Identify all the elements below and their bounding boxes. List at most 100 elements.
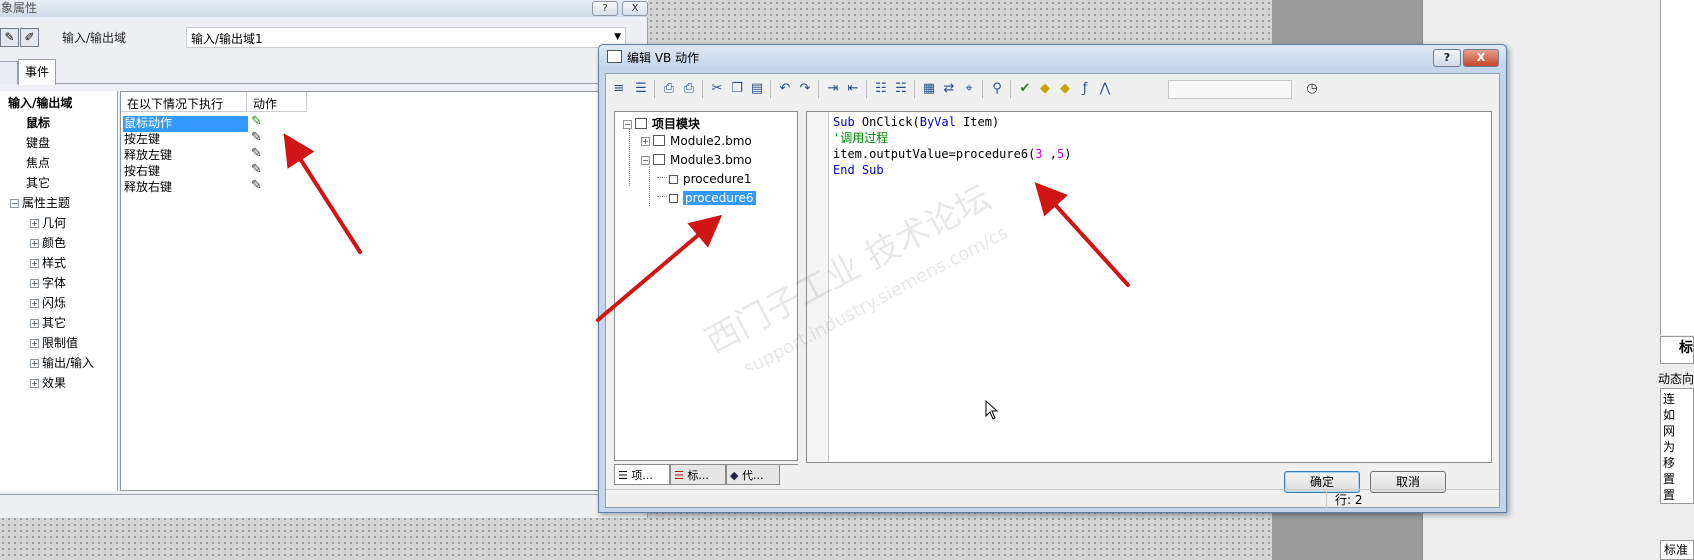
list-item[interactable]: 连 <box>1663 390 1675 407</box>
tree-item-color[interactable]: + 颜色 <box>30 234 66 251</box>
cut-icon[interactable]: ✂ <box>708 80 726 98</box>
copy-icon[interactable]: ❐ <box>728 80 746 98</box>
close-button[interactable]: X <box>1463 49 1499 67</box>
tab-events[interactable]: 事件 <box>18 59 57 85</box>
list-item[interactable]: 置 <box>1663 486 1675 503</box>
tree-item-limits[interactable]: + 限制值 <box>30 334 78 351</box>
tree-item-flash[interactable]: + 闪烁 <box>30 294 66 311</box>
code-text[interactable]: Sub OnClick(ByVal Item) '调用过程 item.outpu… <box>833 114 1071 178</box>
list-item[interactable]: 如 <box>1663 406 1675 423</box>
outdent-icon[interactable]: ⇤ <box>844 80 862 98</box>
print-preview-icon[interactable]: ⎙ <box>680 80 698 98</box>
expand-icon[interactable]: + <box>30 319 39 328</box>
expand-icon[interactable]: + <box>30 359 39 368</box>
tree-item-focus[interactable]: 焦点 <box>26 154 50 171</box>
collapse-icon[interactable]: − <box>623 120 632 129</box>
tree-item-mouse[interactable]: 鼠标 <box>26 114 50 131</box>
pin-icon[interactable]: ✎ <box>0 28 19 47</box>
tree-item-output-input[interactable]: + 输出/输入 <box>30 354 94 371</box>
expand-icon[interactable]: + <box>30 219 39 228</box>
tab-project[interactable]: ☰ 项... <box>614 465 670 485</box>
expand-icon[interactable]: + <box>641 137 650 146</box>
edit-vb-action-dialog: 编辑 VB 动作 ? X ≡ ☰ ⎙ ⎙ ✂ ❐ ▤ ↶ ↷ ⇥ ⇤ ☷ ☵ ▦… <box>598 44 1507 513</box>
tree-node-procedure6[interactable]: procedure6 <box>669 191 756 205</box>
tree-item-effects[interactable]: + 效果 <box>30 374 66 391</box>
tree-item-keyboard[interactable]: 键盘 <box>26 134 50 151</box>
bookmark-icon[interactable]: ▦ <box>920 80 938 98</box>
table-row[interactable]: 按右键 <box>123 164 248 180</box>
tree-node-project-modules[interactable]: − 项目模块 <box>623 115 700 132</box>
uncomment-icon[interactable]: ☵ <box>892 80 910 98</box>
expand-icon[interactable]: + <box>30 239 39 248</box>
tree-item-style[interactable]: + 样式 <box>30 254 66 271</box>
expand-icon[interactable]: + <box>30 279 39 288</box>
print-icon[interactable]: ⎙ <box>660 80 678 98</box>
status-line-number: 行: 2 <box>1326 491 1363 508</box>
tree-item-font[interactable]: + 字体 <box>30 274 66 291</box>
library-tab[interactable]: 标 <box>1660 336 1694 364</box>
standard-tab[interactable]: 标准 <box>1660 540 1694 560</box>
list-item[interactable]: 为 <box>1663 438 1675 455</box>
expand-icon[interactable]: + <box>30 299 39 308</box>
tree-item-property-topics[interactable]: − 属性主题 <box>10 194 70 211</box>
expand-icon[interactable]: + <box>30 379 39 388</box>
collapse-icon[interactable]: − <box>641 156 650 165</box>
paste-icon[interactable]: ▤ <box>748 80 766 98</box>
code-editor[interactable]: Sub OnClick(ByVal Item) '调用过程 item.outpu… <box>806 111 1492 463</box>
help-button[interactable]: ? <box>1433 49 1461 67</box>
pencil-icon[interactable]: ✎ <box>251 178 262 193</box>
pencil-icon[interactable]: ✎ <box>251 162 262 177</box>
list-item[interactable]: 置 <box>1663 470 1675 487</box>
edit-icon[interactable]: ✐ <box>20 28 39 47</box>
tree-item-other[interactable]: 其它 <box>26 174 50 191</box>
indent-icon[interactable]: ⇥ <box>824 80 842 98</box>
tab-code[interactable]: ◆ 代... <box>726 465 780 485</box>
table-row[interactable]: 按左键 <box>123 132 248 148</box>
tree-item-geometry[interactable]: + 几何 <box>30 214 66 231</box>
event-tree: 输入/输出域 鼠标 键盘 焦点 其它 − 属性主题 + 几何 + 颜色 + 样式 + 字体… <box>0 91 118 491</box>
redo-icon[interactable]: ↷ <box>796 80 814 98</box>
column-header-condition[interactable]: 在以下情况下执行 <box>121 92 247 112</box>
dialog-titlebar[interactable]: 编辑 VB 动作 ? X <box>599 45 1506 69</box>
tab-properties[interactable] <box>0 61 18 84</box>
compass-icon[interactable]: ⋀ <box>1096 80 1114 98</box>
mouse-cursor-icon <box>985 400 999 420</box>
tree-node-module2[interactable]: + Module2.bmo <box>641 134 752 148</box>
tree-item-misc[interactable]: + 其它 <box>30 314 66 331</box>
check-syntax-icon[interactable]: ✔ <box>1016 80 1034 98</box>
pencil-icon[interactable]: ✎ <box>251 146 262 161</box>
toolbar: ≡ ☰ ⎙ ⎙ ✂ ❐ ▤ ↶ ↷ ⇥ ⇤ ☷ ☵ ▦ ⇄ ⌖ ⚲ ✔ ◆ ◆ … <box>606 74 1499 104</box>
expand-icon[interactable]: + <box>30 259 39 268</box>
list-item[interactable]: 网 <box>1663 422 1675 439</box>
function-icon[interactable]: ƒ <box>1076 80 1094 98</box>
object-tree[interactable] <box>1660 0 1694 335</box>
table-row[interactable]: 释放左键 <box>123 148 248 164</box>
undo-icon[interactable]: ↶ <box>776 80 794 98</box>
close-button[interactable]: X <box>622 1 648 16</box>
help-button[interactable]: ? <box>592 1 618 16</box>
table-row[interactable]: 鼠标动作 <box>123 116 248 132</box>
toolbar-combo[interactable] <box>1168 80 1292 99</box>
tool-icon[interactable]: ⚲ <box>988 80 1006 98</box>
expand-icon[interactable]: + <box>30 339 39 348</box>
tree-node-module3[interactable]: − Module3.bmo <box>641 153 752 167</box>
align-icon[interactable]: ☰ <box>632 80 650 98</box>
tag-icon[interactable]: ◆ <box>1056 80 1074 98</box>
collapse-icon[interactable]: − <box>10 199 19 208</box>
tree-root[interactable]: 输入/输出域 <box>8 94 72 111</box>
list-item[interactable]: 移 <box>1663 454 1675 471</box>
object-name-select[interactable]: 输入/输出域1 ▼ <box>186 27 626 48</box>
comment-icon[interactable]: ☷ <box>872 80 890 98</box>
object-icon[interactable]: ◆ <box>1036 80 1054 98</box>
replace-icon[interactable]: ⇄ <box>940 80 958 98</box>
table-row[interactable]: 释放右键 <box>123 180 248 196</box>
tab-standard[interactable]: ☰ 标... <box>670 465 726 485</box>
trigger-clock-icon[interactable]: ◷ <box>1303 80 1321 98</box>
tree-node-procedure1[interactable]: procedure1 <box>669 172 752 186</box>
list-icon[interactable]: ≡ <box>610 80 628 98</box>
object-type-label: 输入/输出域 <box>62 31 127 45</box>
vb-action-icon[interactable]: ✎ <box>251 114 262 129</box>
pencil-icon[interactable]: ✎ <box>251 130 262 145</box>
column-header-action[interactable]: 动作 <box>247 92 307 112</box>
find-icon[interactable]: ⌖ <box>960 80 978 98</box>
